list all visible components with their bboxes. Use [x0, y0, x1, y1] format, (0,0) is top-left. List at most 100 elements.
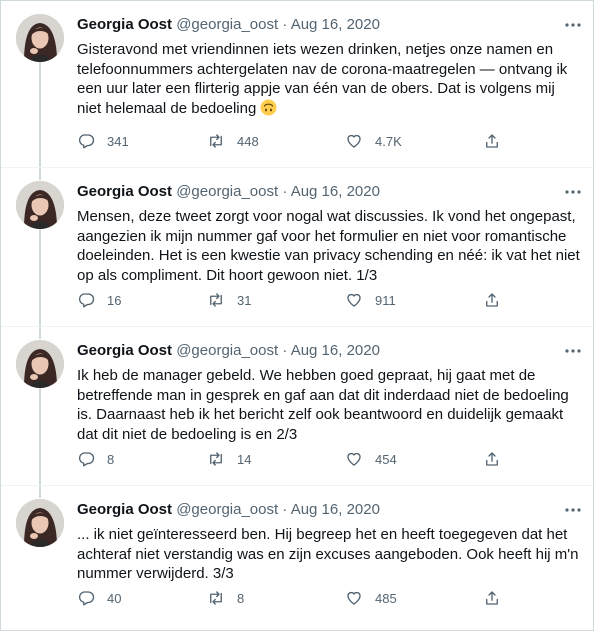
upside-down-face-emoji: [260, 99, 277, 116]
share-icon: [486, 293, 498, 307]
display-name[interactable]: Georgia Oost: [77, 501, 172, 518]
retweet-icon: [210, 591, 222, 605]
share-button[interactable]: [483, 290, 501, 310]
tweet-actions: 40 8 485: [77, 588, 517, 610]
separator-dot: ·: [282, 183, 288, 200]
tweet-text-content: Ik heb de manager gebeld. We hebben goed…: [77, 367, 569, 443]
retweet-icon: [210, 134, 222, 148]
retweet-button[interactable]: 448: [207, 131, 259, 151]
tweet[interactable]: Georgia Oost @georgia_oost · Aug 16, 202…: [1, 1, 593, 167]
reply-count: 40: [107, 590, 122, 606]
thread-line: [39, 327, 41, 339]
reply-count: 8: [107, 451, 115, 467]
separator-dot: ·: [282, 501, 288, 518]
reply-count: 16: [107, 292, 122, 308]
retweet-count: 448: [237, 133, 259, 149]
like-icon: [347, 591, 361, 605]
reply-icon: [78, 134, 95, 149]
tweet-actions: 8 14 454: [77, 449, 517, 471]
reply-count: 341: [107, 133, 129, 149]
tweet-header: Georgia Oost @georgia_oost · Aug 16, 202…: [77, 342, 380, 360]
user-handle[interactable]: @georgia_oost: [176, 183, 278, 200]
tweet[interactable]: Georgia Oost @georgia_oost · Aug 16, 202…: [1, 168, 593, 326]
tweet-header: Georgia Oost @georgia_oost · Aug 16, 202…: [77, 16, 380, 34]
thread-container: Georgia Oost @georgia_oost · Aug 16, 202…: [0, 0, 594, 631]
reply-button[interactable]: 8: [77, 449, 114, 469]
user-handle[interactable]: @georgia_oost: [176, 501, 278, 518]
like-count: 911: [375, 292, 396, 308]
share-button[interactable]: [483, 588, 501, 608]
like-button[interactable]: 454: [345, 449, 397, 469]
tweet-actions: 16 31 911: [77, 290, 517, 312]
avatar-image: [16, 340, 64, 388]
tweet-text: Mensen, deze tweet zorgt voor nogal wat …: [77, 207, 582, 285]
tweet-text: Gisteravond met vriendinnen iets wezen d…: [77, 40, 582, 118]
tweet-date[interactable]: Aug 16, 2020: [291, 183, 380, 200]
share-button[interactable]: [483, 131, 501, 151]
tweet-text: ... ik niet geïnteresseerd ben. Hij begr…: [77, 525, 582, 584]
avatar[interactable]: [16, 181, 64, 229]
share-button[interactable]: [483, 449, 501, 469]
avatar-image: [16, 14, 64, 62]
like-count: 485: [375, 590, 397, 606]
more-icon[interactable]: [562, 16, 584, 34]
like-button[interactable]: 4.7K: [345, 131, 402, 151]
tweet-date[interactable]: Aug 16, 2020: [291, 342, 380, 359]
tweet-text-content: Mensen, deze tweet zorgt voor nogal wat …: [77, 208, 580, 284]
more-icon[interactable]: [562, 183, 584, 201]
user-handle[interactable]: @georgia_oost: [176, 342, 278, 359]
avatar[interactable]: [16, 499, 64, 547]
share-icon: [486, 591, 498, 605]
like-icon: [347, 134, 361, 148]
avatar-image: [16, 181, 64, 229]
tweet-text-content: Gisteravond met vriendinnen iets wezen d…: [77, 41, 568, 117]
retweet-button[interactable]: 31: [207, 290, 251, 310]
retweet-count: 14: [237, 451, 252, 467]
reply-icon: [78, 591, 95, 606]
reply-icon: [78, 293, 95, 308]
like-count: 4.7K: [375, 133, 402, 149]
display-name[interactable]: Georgia Oost: [77, 342, 172, 359]
reply-icon: [78, 452, 95, 467]
share-icon: [486, 134, 498, 148]
tweet-date[interactable]: Aug 16, 2020: [291, 16, 380, 33]
thread-line: [39, 486, 41, 498]
thread-line: [39, 168, 41, 180]
reply-button[interactable]: 40: [77, 588, 121, 608]
like-icon: [347, 293, 361, 307]
separator-dot: ·: [282, 342, 288, 359]
like-count: 454: [375, 451, 397, 467]
separator-dot: ·: [282, 16, 288, 33]
tweet-header: Georgia Oost @georgia_oost · Aug 16, 202…: [77, 183, 380, 201]
retweet-icon: [210, 293, 222, 307]
avatar-image: [16, 499, 64, 547]
thread-line: [39, 62, 41, 167]
tweet-actions: 341 448 4.7K: [77, 131, 517, 153]
avatar[interactable]: [16, 340, 64, 388]
retweet-button[interactable]: 8: [207, 588, 244, 608]
like-icon: [347, 452, 361, 466]
like-button[interactable]: 485: [345, 588, 397, 608]
thread-line: [39, 229, 41, 326]
retweet-button[interactable]: 14: [207, 449, 251, 469]
tweet-date[interactable]: Aug 16, 2020: [291, 501, 380, 518]
tweet[interactable]: Georgia Oost @georgia_oost · Aug 16, 202…: [1, 327, 593, 485]
reply-button[interactable]: 16: [77, 290, 121, 310]
display-name[interactable]: Georgia Oost: [77, 183, 172, 200]
tweet-text: Ik heb de manager gebeld. We hebben goed…: [77, 366, 582, 444]
more-icon[interactable]: [562, 501, 584, 519]
retweet-count: 31: [237, 292, 252, 308]
avatar[interactable]: [16, 14, 64, 62]
user-handle[interactable]: @georgia_oost: [176, 16, 278, 33]
retweet-count: 8: [237, 590, 245, 606]
share-icon: [486, 452, 498, 466]
tweet-header: Georgia Oost @georgia_oost · Aug 16, 202…: [77, 501, 380, 519]
tweet-text-content: ... ik niet geïnteresseerd ben. Hij begr…: [77, 526, 579, 583]
display-name[interactable]: Georgia Oost: [77, 16, 172, 33]
more-icon[interactable]: [562, 342, 584, 360]
thread-line: [39, 388, 41, 485]
retweet-icon: [210, 452, 222, 466]
reply-button[interactable]: 341: [77, 131, 129, 151]
like-button[interactable]: 911: [345, 290, 396, 310]
tweet[interactable]: Georgia Oost @georgia_oost · Aug 16, 202…: [1, 486, 593, 630]
